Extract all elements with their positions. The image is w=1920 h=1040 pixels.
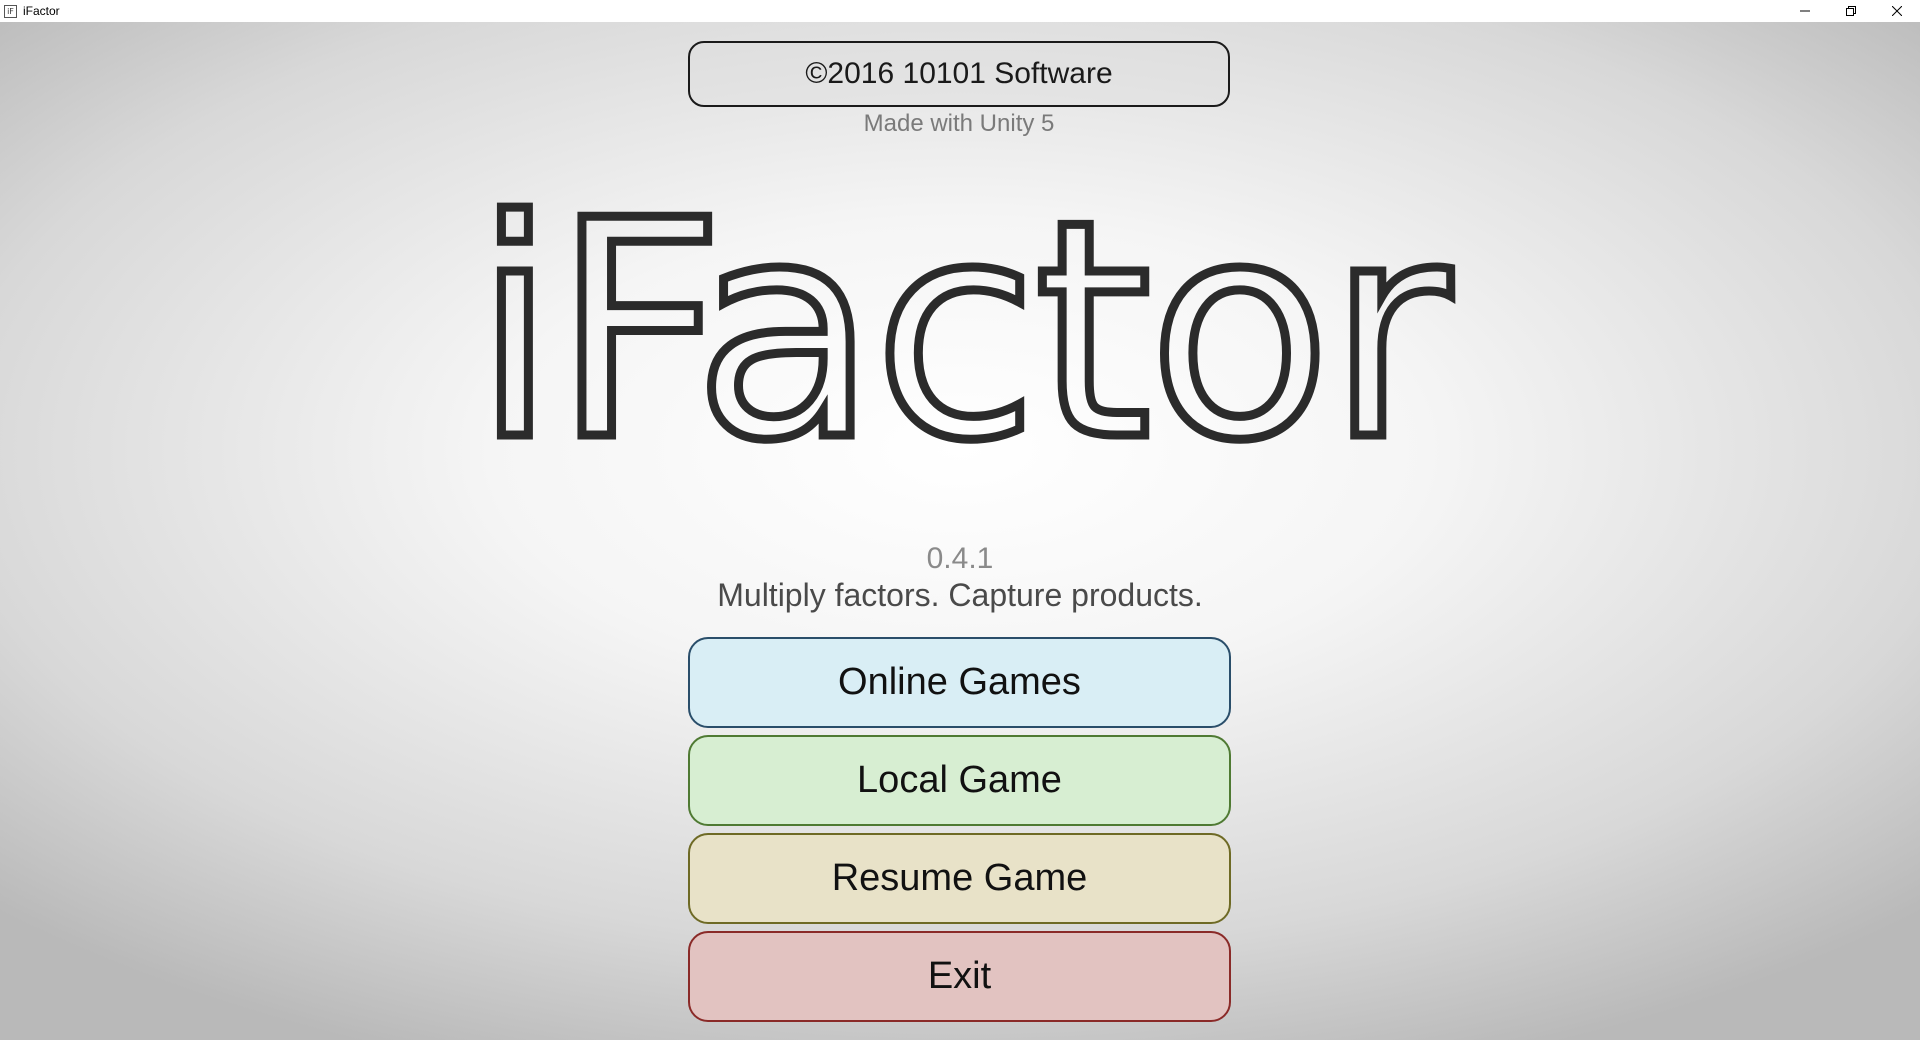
version-label: 0.4.1	[926, 542, 994, 575]
close-icon	[1892, 6, 1902, 16]
minimize-icon	[1800, 10, 1810, 12]
window-title: iFactor	[23, 4, 60, 18]
resume-game-button[interactable]: Resume Game	[688, 833, 1231, 924]
restore-button[interactable]	[1828, 0, 1874, 22]
exit-button[interactable]: Exit	[688, 931, 1231, 1022]
title-bar: iF iFactor	[0, 0, 1920, 22]
game-logo: iFactor	[0, 157, 1920, 506]
app-window: iF iFactor ©2016 10101 Software Made wit…	[0, 0, 1920, 1040]
made-with-label: Made with Unity 5	[863, 110, 1055, 137]
logo-text: iFactor	[469, 157, 1456, 506]
main-menu-screen: ©2016 10101 Software Made with Unity 5 i…	[0, 22, 1920, 1040]
close-button[interactable]	[1874, 0, 1920, 22]
copyright-button[interactable]: ©2016 10101 Software	[688, 41, 1230, 107]
app-icon: iF	[4, 4, 17, 18]
local-game-button[interactable]: Local Game	[688, 735, 1231, 826]
minimize-button[interactable]	[1782, 0, 1828, 22]
window-controls	[1782, 0, 1920, 22]
restore-icon	[1846, 6, 1856, 16]
tagline: Multiply factors. Capture products.	[717, 577, 1203, 613]
online-games-button[interactable]: Online Games	[688, 637, 1231, 728]
